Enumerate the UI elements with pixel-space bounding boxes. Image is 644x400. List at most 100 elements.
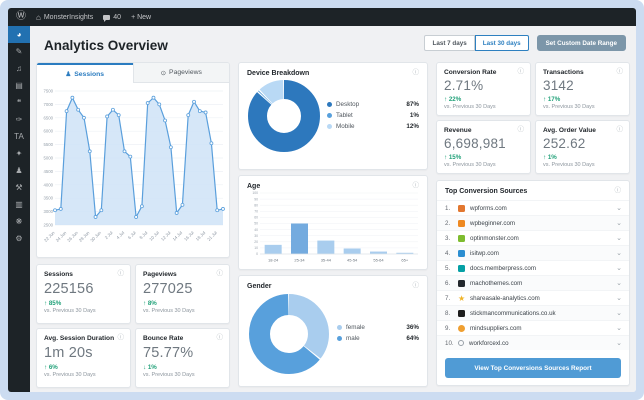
conversion-source-row[interactable]: 10. workforcexl.co ⌄ <box>437 335 629 350</box>
info-icon[interactable]: ⓘ <box>118 334 125 342</box>
site-menu[interactable]: ⌂ MonsterInsights <box>36 13 93 22</box>
new-content-menu[interactable]: + New <box>131 14 151 21</box>
svg-text:10 Jul: 10 Jul <box>148 230 160 242</box>
wordpress-logo-icon[interactable]: Ⓦ <box>16 12 26 22</box>
monsterinsights-icon: ❋ <box>15 216 23 226</box>
set-custom-date-range-button[interactable]: Set Custom Date Range <box>536 35 626 51</box>
sidebar-item-collapse-menu[interactable]: ⚙ <box>8 230 30 247</box>
conversion-source-row[interactable]: 5. docs.memberpress.com ⌄ <box>437 260 629 275</box>
sidebar-item-plugins[interactable]: ✦ <box>8 145 30 162</box>
last-7-days-button[interactable]: Last 7 days <box>424 35 475 51</box>
comparison-label: vs. Previous 30 Days <box>543 104 595 110</box>
site-favicon <box>458 249 465 257</box>
comments-menu[interactable]: 40 <box>103 14 121 22</box>
legend-value: 1% <box>409 111 419 119</box>
source-rank: 4. <box>445 249 451 257</box>
svg-text:40: 40 <box>254 228 258 232</box>
source-domain: machothemes.com <box>470 279 523 287</box>
metric-label: Revenue <box>444 127 472 134</box>
comparison-label: vs. Previous 30 Days <box>543 162 595 168</box>
sidebar-item-users[interactable]: ♟ <box>8 162 30 179</box>
page-header: Analytics Overview Last 7 days Last 30 d… <box>30 26 636 62</box>
chevron-down-icon[interactable]: ⌄ <box>616 279 622 287</box>
info-icon[interactable]: ⓘ <box>413 182 420 190</box>
legend-label: Mobile <box>336 122 355 130</box>
home-icon: ⌂ <box>36 12 41 22</box>
metric-card-pageviews: Pageviews ⓘ 277025 ↑ 8% vs. Previous 30 D… <box>135 264 230 324</box>
info-icon[interactable]: ⓘ <box>217 270 224 278</box>
chevron-down-icon[interactable]: ⌄ <box>616 309 622 317</box>
tab-pageviews[interactable]: ⊙ Pageviews <box>132 63 229 83</box>
sidebar-item-monsterinsights[interactable]: ❋ <box>8 213 30 230</box>
card-title: Device Breakdown <box>247 70 310 77</box>
conversion-source-row[interactable]: 8. stickmancommunications.co.uk ⌄ <box>437 305 629 320</box>
legend-dot-icon <box>327 101 332 107</box>
info-icon[interactable]: ⓘ <box>615 187 622 195</box>
chevron-down-icon[interactable]: ⌄ <box>616 249 622 257</box>
source-domain: shareasale-analytics.com <box>470 294 540 302</box>
chevron-down-icon[interactable]: ⌄ <box>616 264 622 272</box>
main-content: Analytics Overview Last 7 days Last 30 d… <box>30 26 636 392</box>
sidebar-item-appearance[interactable]: ✑ <box>8 111 30 128</box>
sidebar-item-analytics-ta[interactable]: TA <box>8 128 30 145</box>
sidebar-item-media[interactable]: ♫ <box>8 60 30 77</box>
svg-text:30 Jun: 30 Jun <box>89 230 102 243</box>
sidebar-item-comments[interactable]: ❝ <box>8 94 30 111</box>
legend-value: 87% <box>406 100 419 108</box>
info-icon[interactable]: ⓘ <box>413 69 420 77</box>
source-rank: 8. <box>445 309 451 317</box>
tab-sessions-label: Sessions <box>74 70 105 78</box>
sidebar-item-posts[interactable]: ✎ <box>8 43 30 60</box>
source-domain: docs.memberpress.com <box>470 264 537 272</box>
svg-text:2500: 2500 <box>43 223 53 228</box>
tab-sessions[interactable]: ♟ Sessions <box>37 63 133 83</box>
metric-value: 225156 <box>44 281 94 297</box>
source-domain: stickmancommunications.co.uk <box>470 309 556 317</box>
svg-text:80: 80 <box>254 203 258 207</box>
chevron-down-icon[interactable]: ⌄ <box>616 339 622 347</box>
last-30-days-button[interactable]: Last 30 days <box>474 35 529 51</box>
sidebar-item-dashboard[interactable]: ◕ <box>8 26 30 43</box>
svg-text:55-64: 55-64 <box>373 258 384 263</box>
conversion-source-row[interactable]: 6. machothemes.com ⌄ <box>437 275 629 290</box>
info-icon[interactable]: ⓘ <box>413 282 420 290</box>
conversion-source-row[interactable]: 1. wpforms.com ⌄ <box>437 200 629 215</box>
sidebar-item-settings[interactable]: ▥ <box>8 196 30 213</box>
conversion-source-row[interactable]: 9. mindsuppliers.com ⌄ <box>437 320 629 335</box>
admin-sidebar: ◕ ✎ ♫ ▤ ❝ ✑ TA ✦ ♟ ⚒ ▥ ❋ ⚙ <box>8 26 30 392</box>
conversion-source-row[interactable]: 3. optinmonster.com ⌄ <box>437 230 629 245</box>
source-rank: 5. <box>445 264 451 272</box>
info-icon[interactable]: ⓘ <box>217 334 224 342</box>
change-value: 85% <box>48 300 62 307</box>
chevron-down-icon[interactable]: ⌄ <box>616 234 622 242</box>
chevron-down-icon[interactable]: ⌄ <box>616 204 622 212</box>
site-favicon <box>458 204 465 212</box>
users-icon: ♟ <box>15 165 23 175</box>
conversion-source-row[interactable]: 7. ★ shareasale-analytics.com ⌄ <box>437 290 629 305</box>
sidebar-item-pages[interactable]: ▤ <box>8 77 30 94</box>
conversion-source-row[interactable]: 4. isitwp.com ⌄ <box>437 245 629 260</box>
chevron-down-icon[interactable]: ⌄ <box>616 219 622 227</box>
info-icon[interactable]: ⓘ <box>518 126 525 134</box>
sidebar-item-tools[interactable]: ⚒ <box>8 179 30 196</box>
change-arrow-icon: ↑ <box>444 96 448 103</box>
chevron-down-icon[interactable]: ⌄ <box>616 294 622 302</box>
source-rank: 3. <box>445 234 451 242</box>
svg-text:18 Jul: 18 Jul <box>195 230 207 242</box>
plugins-icon: ✦ <box>15 148 23 158</box>
source-domain: wpbeginner.com <box>470 219 516 227</box>
comparison-label: vs. Previous 30 Days <box>444 104 496 110</box>
conversion-source-row[interactable]: 2. wpbeginner.com ⌄ <box>437 215 629 230</box>
legend-item: Mobile 12% <box>327 123 419 130</box>
info-icon[interactable]: ⓘ <box>518 68 525 76</box>
info-icon[interactable]: ⓘ <box>617 68 624 76</box>
chevron-down-icon[interactable]: ⌄ <box>616 324 622 332</box>
svg-text:100: 100 <box>252 191 258 195</box>
info-icon[interactable]: ⓘ <box>617 126 624 134</box>
view-top-conversion-sources-report-button[interactable]: View Top Conversions Sources Report <box>445 358 621 378</box>
top-conversion-sources-card: Top Conversion Sources ⓘ 1. wpforms.com ⌄ 2… <box>436 180 630 386</box>
age-card: Age ⓘ 0 10 20 30 40 50 60 70 80 90 100 18-24 25-34 35-… <box>238 175 428 270</box>
card-title: Top Conversion Sources <box>445 188 528 195</box>
info-icon[interactable]: ⓘ <box>118 270 125 278</box>
change-value: 1% <box>147 364 157 371</box>
